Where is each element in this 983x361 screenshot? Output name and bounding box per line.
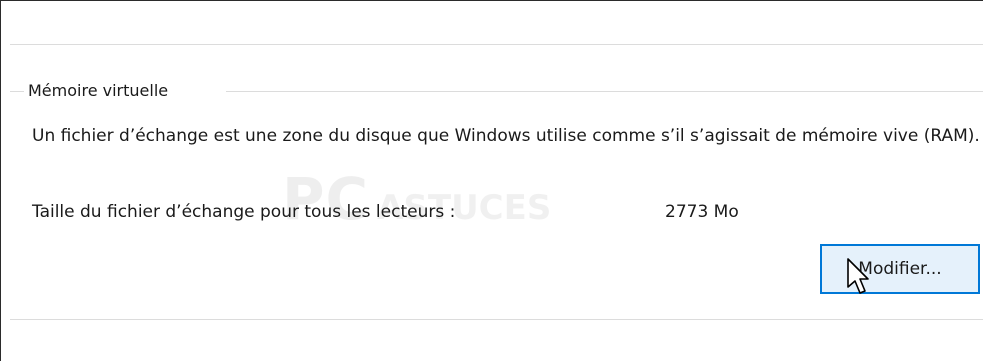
virtual-memory-group-title: Mémoire virtuelle [28,81,169,100]
dialog-frame [0,0,983,361]
bottom-separator [10,319,983,320]
paging-file-description: Un fichier d’échange est une zone du dis… [32,126,980,146]
groupbox-border-left [10,91,24,92]
paging-file-size-value: 2773 Mo [665,202,739,222]
groupbox-border-right [226,91,983,92]
paging-file-size-label: Taille du fichier d’échange pour tous le… [32,202,456,222]
top-separator [10,44,983,45]
modify-button[interactable]: Modifier... [820,244,980,294]
